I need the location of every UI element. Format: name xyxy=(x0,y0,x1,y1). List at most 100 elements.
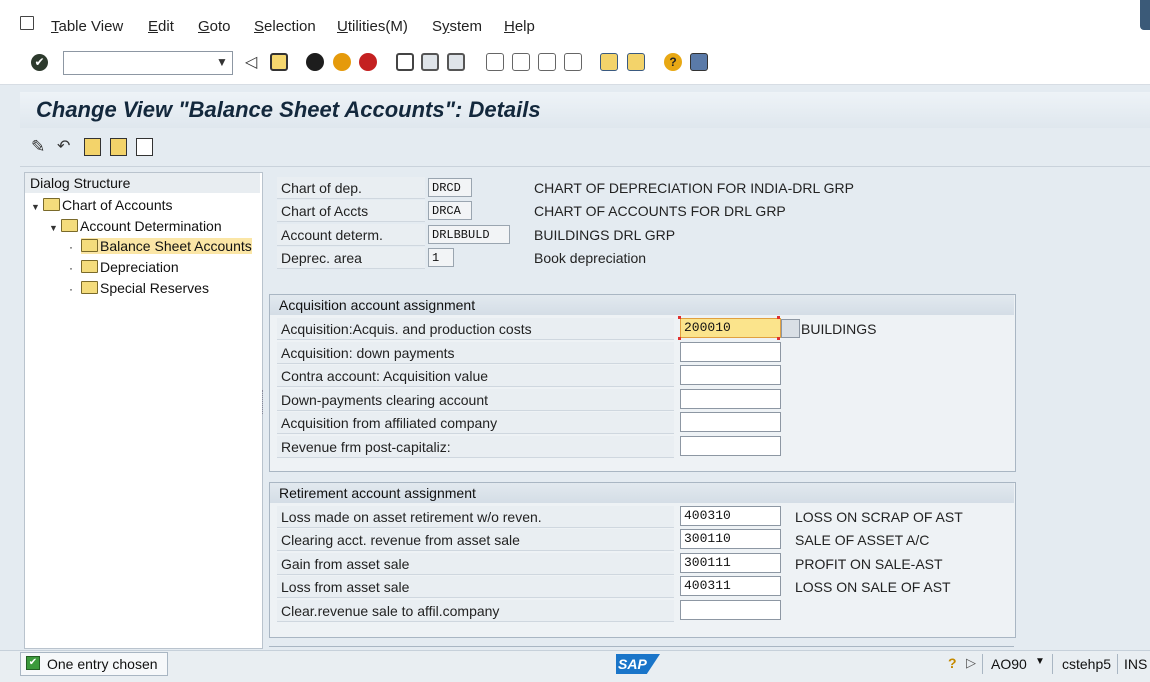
server-name: cstehp5 xyxy=(1062,656,1112,672)
exit-icon[interactable] xyxy=(333,53,351,71)
menu-table-view[interactable]: Table View xyxy=(51,18,123,35)
last-page-icon[interactable] xyxy=(564,53,582,71)
clearing-revenue-input[interactable]: 300110 xyxy=(680,529,781,549)
contra-account-label: Contra account: Acquisition value xyxy=(281,368,489,384)
menu-help[interactable]: Help xyxy=(504,18,535,35)
down-payments-clearing-label: Down-payments clearing account xyxy=(281,392,488,408)
menu-bar: Table View Edit Goto Selection Utilities… xyxy=(0,0,1150,44)
tree-node-special-reserves[interactable]: · Special Reserves xyxy=(69,280,209,296)
acq-prod-costs-input[interactable]: 200010 xyxy=(680,318,781,338)
acquisition-group-header: Acquisition account assignment xyxy=(270,295,1014,315)
chart-of-accts-label: Chart of Accts xyxy=(281,203,369,219)
create-session-icon[interactable] xyxy=(600,53,618,71)
acq-affiliated-input[interactable] xyxy=(680,412,781,432)
loss-asset-sale-desc: LOSS ON SALE OF AST xyxy=(795,579,951,595)
find-next-icon[interactable] xyxy=(447,53,465,71)
command-history-dropdown-icon[interactable]: ▼ xyxy=(216,55,228,69)
page-title: Change View "Balance Sheet Accounts": De… xyxy=(36,97,541,122)
first-page-icon[interactable] xyxy=(486,53,504,71)
status-expand-icon[interactable]: ▷ xyxy=(966,655,976,671)
account-determ-desc: BUILDINGS DRL GRP xyxy=(534,227,676,243)
chart-of-dep-desc: CHART OF DEPRECIATION FOR INDIA-DRL GRP xyxy=(534,180,854,196)
contra-account-input[interactable] xyxy=(680,365,781,385)
back-nav-icon[interactable]: ◁ xyxy=(245,52,257,72)
expand-icon[interactable]: ▼ xyxy=(31,202,43,212)
revenue-post-cap-input[interactable] xyxy=(680,436,781,456)
insert-mode: INS xyxy=(1124,656,1148,672)
enter-icon[interactable]: ✔ xyxy=(31,54,48,71)
selection-handle xyxy=(678,316,681,319)
help-icon[interactable]: ? xyxy=(664,53,682,71)
acq-prod-costs-desc: BUILDINGS xyxy=(801,321,877,337)
clearing-revenue-label: Clearing acct. revenue from asset sale xyxy=(281,532,520,548)
status-separator xyxy=(982,654,983,674)
transaction-dropdown-icon[interactable]: ▼ xyxy=(1035,656,1045,667)
save-icon[interactable] xyxy=(270,53,288,71)
window-close-icon[interactable] xyxy=(1140,0,1150,30)
find-icon[interactable] xyxy=(421,53,439,71)
chart-of-accts-desc: CHART OF ACCOUNTS FOR DRL GRP xyxy=(534,203,786,219)
value-help-icon[interactable] xyxy=(781,319,800,338)
loss-retirement-desc: LOSS ON SCRAP OF AST xyxy=(795,509,963,525)
selection-handle xyxy=(678,337,681,340)
acq-affiliated-label: Acquisition from affiliated company xyxy=(281,415,498,431)
chart-of-accts-field: DRCA xyxy=(428,201,472,220)
splitter-handle[interactable] xyxy=(262,390,266,414)
revenue-post-cap-label: Revenue frm post-capitaliz: xyxy=(281,439,451,455)
tree-node-account-determination[interactable]: ▼ Account Determination xyxy=(49,218,222,234)
status-bar xyxy=(0,650,1150,682)
menu-edit[interactable]: Edit xyxy=(148,18,174,35)
cancel-icon[interactable] xyxy=(359,53,377,71)
command-field[interactable] xyxy=(63,51,233,75)
customize-layout-icon[interactable] xyxy=(690,53,708,71)
tree-node-balance-sheet-accounts[interactable]: · Balance Sheet Accounts xyxy=(69,238,252,254)
dialog-structure-header: Dialog Structure xyxy=(25,173,260,193)
print-icon[interactable] xyxy=(396,53,414,71)
chart-of-dep-field: DRCD xyxy=(428,178,472,197)
acq-down-payments-label: Acquisition: down payments xyxy=(281,345,455,361)
deprec-area-label: Deprec. area xyxy=(281,250,362,266)
selection-handle xyxy=(777,316,780,319)
back-icon[interactable] xyxy=(306,53,324,71)
deprec-area-desc: Book depreciation xyxy=(534,250,647,266)
previous-page-icon[interactable] xyxy=(512,53,530,71)
tree-node-depreciation[interactable]: · Depreciation xyxy=(69,259,179,275)
acq-down-payments-input[interactable] xyxy=(680,342,781,362)
transaction-code: AO90 xyxy=(991,656,1027,672)
undo-icon[interactable]: ↶ xyxy=(57,138,74,156)
gain-asset-sale-input[interactable]: 300111 xyxy=(680,553,781,573)
menu-selection[interactable]: Selection xyxy=(254,18,316,35)
select-all-icon[interactable] xyxy=(136,138,153,156)
tree-node-chart-of-accounts[interactable]: ▼ Chart of Accounts xyxy=(31,197,173,213)
chart-of-dep-label: Chart of dep. xyxy=(281,180,362,196)
loss-asset-sale-input[interactable]: 400311 xyxy=(680,576,781,596)
clear-revenue-affil-input[interactable] xyxy=(680,600,781,620)
status-message[interactable]: ✔ One entry chosen xyxy=(20,652,168,676)
menu-system[interactable]: System xyxy=(432,18,482,35)
status-separator xyxy=(1052,654,1053,674)
next-page-icon[interactable] xyxy=(538,53,556,71)
loss-retirement-label: Loss made on asset retirement w/o reven. xyxy=(281,509,542,525)
success-check-icon: ✔ xyxy=(26,656,40,670)
display-change-icon[interactable]: ✎ xyxy=(31,138,48,156)
account-determ-field: DRLBBULD xyxy=(428,225,510,244)
shortcut-icon[interactable] xyxy=(627,53,645,71)
loss-retirement-input[interactable]: 400310 xyxy=(680,506,781,526)
folder-icon xyxy=(43,198,60,211)
deprec-area-field: 1 xyxy=(428,248,454,267)
clear-revenue-affil-label: Clear.revenue sale to affil.company xyxy=(281,603,500,619)
expand-icon[interactable]: ▼ xyxy=(49,223,61,233)
menu-utilities[interactable]: Utilities(M) xyxy=(337,18,408,35)
retirement-group-header: Retirement account assignment xyxy=(270,483,1014,503)
loss-asset-sale-label: Loss from asset sale xyxy=(281,579,410,595)
status-separator xyxy=(1117,654,1118,674)
next-entry-icon[interactable] xyxy=(110,138,127,156)
clearing-revenue-desc: SALE OF ASSET A/C xyxy=(795,532,930,548)
system-menu-icon[interactable] xyxy=(20,16,34,30)
previous-entry-icon[interactable] xyxy=(84,138,101,156)
down-payments-clearing-input[interactable] xyxy=(680,389,781,409)
folder-icon xyxy=(81,260,98,273)
system-info-icon[interactable]: ? xyxy=(948,655,957,671)
application-toolbar xyxy=(20,128,1150,167)
menu-goto[interactable]: Goto xyxy=(198,18,231,35)
